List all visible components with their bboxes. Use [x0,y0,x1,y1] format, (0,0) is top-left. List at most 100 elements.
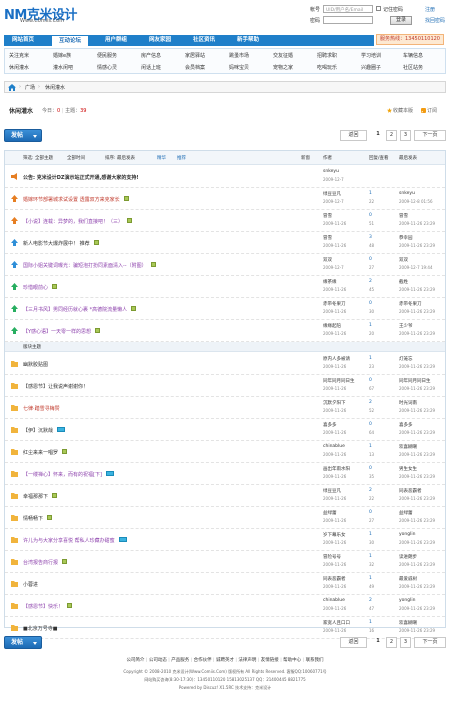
nav-home-space[interactable]: 网友家园 [144,35,176,46]
footer-link[interactable]: 产品服务 [171,658,189,663]
pager-page-3[interactable]: 3 [400,130,411,141]
breadcrumb-plaza[interactable]: 广场 [25,84,35,91]
thread-author[interactable]: 家宽人且口口 [323,620,350,626]
last-poster[interactable]: yonglin [399,532,415,537]
thread-title[interactable]: ■北京万号寺■ [23,625,57,632]
nav-forum[interactable]: 互动论坛 [52,35,88,46]
pager-back[interactable]: 返回 [340,130,367,141]
thread-title[interactable]: 公告: 克米设计DZ演示站正式开通,感谢大家的支持! [23,174,139,181]
table-row[interactable]: 国际小姐关键词曝光：骗短泡打扮同素面清入--（附图） 双双 2009-12-7 0 27… [5,254,445,276]
sub-nav-item[interactable]: 社区站务 [403,63,423,73]
thread-author[interactable]: 冒雪 [323,235,332,241]
nav-news[interactable]: 社区资讯 [188,35,220,46]
thread-title[interactable]: 幽默胶贴图 [23,361,48,368]
pager-page-2[interactable]: 2 [386,130,397,141]
forgot-password-link[interactable]: 找回密码 [425,17,445,24]
table-row[interactable]: 台湾报告商行报 冒险号号 2009-11-26 1 32 读进朗步 2009-11-26 2… [5,551,445,573]
remember-checkbox[interactable] [376,6,381,11]
last-poster[interactable]: snkeyu [399,191,415,196]
thread-title[interactable]: 红尘来来一唱罗 [23,449,58,456]
thread-title[interactable]: 【小说】连载：异梦的，我们直接吧！（三） [23,218,123,225]
sub-nav-item[interactable]: 妈咪宝贝 [229,63,249,73]
table-row[interactable]: 小蓉进 同表恶霸者 2009-11-26 1 49 最爱戚树 2009-11-26 23:2… [5,573,445,595]
filter-digest[interactable]: 精华 [157,155,166,161]
last-poster[interactable]: 恭幸园 [399,235,413,241]
last-poster[interactable]: 灯笼忘 [399,356,413,362]
sub-nav-item[interactable]: 房产信息 [141,51,161,61]
thread-author[interactable]: 缘茶缘 [323,279,337,285]
last-poster[interactable]: 最爱戚树 [399,576,417,582]
sub-nav-item[interactable]: 吃喝玩乐 [317,63,337,73]
table-row[interactable]: 新人电影节大爆炸展中！ 推荐 冒雪 2009-11-26 3 48 恭幸园 2009-11-… [5,232,445,254]
table-row[interactable]: 【感恩节】让我说声谢谢你！ 同年同月同日生 2009-11-26 0 67 同年同月同日生… [5,375,445,397]
last-poster[interactable]: 时光词南 [399,400,417,406]
last-poster[interactable]: 王少爷 [399,323,413,329]
new-window-toggle[interactable]: 新窗 [301,155,310,161]
thread-author[interactable]: snkeyu [323,169,339,174]
thread-title[interactable]: 台湾报告商行报 [23,559,58,566]
pager-next[interactable]: 下一页 [414,130,446,141]
last-poster[interactable]: 同表恶霸者 [399,488,422,494]
post-button-bottom[interactable]: 发帖 [4,636,42,649]
pager-page-1[interactable]: 1 [373,637,383,648]
sub-nav-item[interactable]: 学习培训 [361,51,381,61]
thread-title[interactable]: 情畅畅下 [23,515,43,522]
thread-title[interactable]: 幸福那那下 [23,493,48,500]
table-row[interactable]: 七律·踏雪寻梅赞 沉默夕阳下 2009-11-26 2 52 时光词南 2009-11-26… [5,397,445,419]
home-icon[interactable] [8,84,16,91]
sub-nav-item[interactable]: 招聘求职 [317,51,337,61]
table-row[interactable]: 【三月书风】男同经历就心裹 *高德院流量懒人 赤带冬果刀 2009-11-26 0 30… [5,298,445,320]
last-poster[interactable]: 读进朗步 [399,554,417,560]
thread-author[interactable]: 赤带冬果刀 [323,301,346,307]
table-row[interactable]: 【伊】沉默哉 喜多多 2009-11-26 0 64 喜多多 2009-11-26 23:2… [5,419,445,441]
footer-link[interactable]: 合作伙伴 [194,658,212,663]
table-row[interactable]: 幽默胶贴图 原内人多被请 2009-11-26 1 23 灯笼忘 2009-11-26 23… [5,353,445,375]
table-row[interactable]: 公告: 克米设计DZ演示站正式开通,感谢大家的支持! snkeyu 2009-12-… [5,166,445,188]
pager-next[interactable]: 下一页 [414,637,446,648]
thread-author[interactable]: 同表恶霸者 [323,576,346,582]
sub-nav-item[interactable]: 兴趣圈子 [361,63,381,73]
last-poster[interactable]: yonglin [399,598,415,603]
thread-title[interactable]: 许儿为与大家分享喜悦 帮私人珍藏办甜蜜 [23,537,115,544]
thread-title[interactable]: 【Y感心语】一天零一样的思想 [23,328,91,335]
thread-author[interactable]: 冒险号号 [323,554,341,560]
last-poster[interactable]: 欢喜糊嘲 [399,444,417,450]
password-input[interactable] [323,16,373,24]
nav-home[interactable]: 网站首页 [8,35,38,46]
post-button-top[interactable]: 发帖 [4,129,42,142]
thread-title[interactable]: 新人电影节大爆炸展中！ 推荐 [23,240,90,247]
footer-link[interactable]: 友情链接 [261,658,279,663]
sub-nav-item[interactable]: 婚嫁e族 [53,51,71,61]
favorite-forum[interactable]: 收藏本版 [387,107,413,114]
nav-groups[interactable]: 用户群组 [100,35,132,46]
thread-title[interactable]: 七律·踏雪寻梅赞 [23,405,60,412]
last-poster[interactable]: 喜多多 [399,422,413,428]
sub-nav-item[interactable]: 便民服务 [97,51,117,61]
sub-nav-item[interactable]: 家居驿站 [185,51,205,61]
footer-link[interactable]: 联系我们 [306,658,324,663]
thread-author[interactable]: chinablue [323,598,345,603]
table-row[interactable]: 【Y感心语】一天零一样的思想 缘缘起陪 2009-11-26 1 20 王少爷 2009-1… [5,320,445,342]
sub-nav-item[interactable]: 休闲灌水 [9,63,29,73]
thread-author[interactable]: 绿豆豆凡 [323,191,341,197]
footer-link[interactable]: 法律声明 [238,658,256,663]
table-row[interactable]: 红尘来来一唱罗 chinablue 2009-11-26 1 13 欢喜糊嘲 2009-11… [5,441,445,463]
nav-help[interactable]: 新手帮助 [232,35,264,46]
filter-sort[interactable]: 排序: 最后发表 [105,155,135,161]
footer-link[interactable]: 诚聘英才 [216,658,234,663]
thread-author[interactable]: 原内人多被请 [323,356,350,362]
thread-author[interactable]: 绿豆豆凡 [323,488,341,494]
thread-title[interactable]: 【伊】沉默哉 [23,427,53,434]
account-input[interactable]: UID/用户名/Email [323,5,373,13]
thread-author[interactable]: 同年同月同日生 [323,378,355,384]
site-logo[interactable]: NM克米设计 Www.Comiis.Com [4,4,78,24]
sub-nav-item[interactable]: 跳蚤市场 [229,51,249,61]
filter-all-time[interactable]: 全部时间 [67,155,85,161]
footer-link[interactable]: 帮助中心 [283,658,301,663]
thread-title[interactable]: 【一缕禅心】怀来，而有的祝福[下] [23,471,102,478]
pager-page-3[interactable]: 3 [400,637,411,648]
last-poster[interactable]: 益绿蕾 [399,510,413,516]
pager-page-2[interactable]: 2 [386,637,397,648]
sub-nav-item[interactable]: 灌水闲吧 [53,63,73,73]
table-row[interactable]: ■北京万号寺■ 家宽人且口口 2009-11-26 1 16 欢喜糊嘲 2009-11-26… [5,617,445,639]
